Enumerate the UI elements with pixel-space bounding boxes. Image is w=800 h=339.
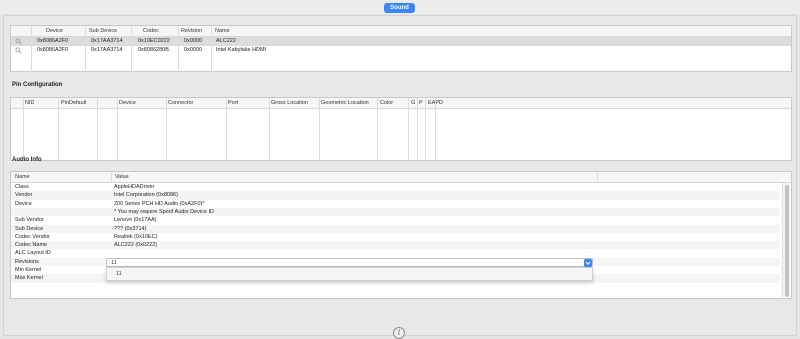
combo-value: 11 [111, 260, 117, 266]
device-table-header: Device Sub Device Codec Revision Name [11, 26, 791, 37]
alc-layout-id-combo[interactable]: 11 [106, 258, 593, 267]
info-value: 200 Series PCH HD Audio (0xA2F0)* [114, 200, 205, 207]
cell-revision: 0x0000 [184, 38, 203, 44]
info-name: Codec Vendor [15, 233, 50, 240]
info-name: Max Kernel [15, 275, 43, 282]
audio-info-header: Name Value [11, 172, 791, 183]
info-row[interactable]: Codec Vendor Realtek (0x10EC) [11, 233, 779, 241]
col-codec[interactable]: Codec [143, 26, 159, 36]
vertical-scrollbar[interactable] [782, 183, 790, 297]
col-device[interactable]: Device [119, 98, 136, 108]
layout-id-dropdown: 11 [106, 267, 593, 281]
toolbar: Sound [0, 0, 800, 14]
magnifier-icon[interactable] [15, 38, 22, 45]
cell-sub-device: 0x17AA3714 [91, 47, 123, 53]
info-value: AppleHDADriver [114, 184, 155, 190]
info-name: Device [15, 200, 32, 207]
info-row[interactable]: * You may require Spoof Audio Device ID [11, 207, 779, 217]
info-value: Lenovo (0x17AA) [114, 217, 157, 224]
cell-name: Intel Kabylake HDMI [216, 47, 267, 53]
col-pindefault[interactable]: PinDefault [61, 98, 86, 108]
col-sub-device[interactable]: Sub Device [89, 26, 117, 36]
dropdown-option[interactable]: 11 [116, 271, 122, 277]
info-value: Intel Corporation (0x8086) [114, 192, 178, 199]
cell-codec: 0x10EC0222 [138, 38, 170, 44]
info-row[interactable]: Class AppleHDADriver [11, 183, 779, 191]
device-table: Device Sub Device Codec Revision Name 0x… [10, 25, 792, 72]
magnifier-icon[interactable] [15, 47, 22, 54]
info-icon[interactable]: i [393, 327, 405, 339]
col-geometric-location[interactable]: Geometric Location [321, 98, 369, 108]
cell-sub-device: 0x17AA3714 [91, 38, 123, 44]
info-name: Min Kernel [15, 267, 42, 273]
audio-info-title: Audio Info [12, 157, 42, 163]
col-device[interactable]: Device [46, 26, 63, 36]
info-name: Class [15, 184, 29, 190]
info-row[interactable]: Sub Vendor Lenovo (0x17AA) [11, 216, 779, 224]
info-row[interactable]: Sub Device ??? (0x3714) [11, 224, 779, 233]
col-gross-location[interactable]: Gross Location [271, 98, 308, 108]
col-g[interactable]: G [411, 98, 415, 108]
chevron-down-icon [585, 261, 591, 265]
info-name: Sub Vendor [15, 217, 44, 224]
pin-config-header: NID PinDefault Device Connector Port Gro… [11, 98, 791, 109]
col-color[interactable]: Color [380, 98, 393, 108]
main-panel: Device Sub Device Codec Revision Name 0x… [3, 15, 797, 339]
col-name[interactable]: Name [15, 172, 30, 182]
info-name: ALC Layout ID [15, 250, 51, 257]
col-revision[interactable]: Revision [181, 26, 202, 36]
cell-device: 0x8086A2F0 [37, 47, 69, 53]
cell-name: ALC222 [216, 38, 236, 44]
col-value[interactable]: Value [115, 172, 129, 182]
col-nid[interactable]: NID [25, 98, 34, 108]
info-name: Revisions [15, 258, 39, 265]
info-row[interactable]: ALC Layout ID [11, 249, 779, 257]
table-row[interactable]: 0x8086A2F0 0x17AA3714 0x8086280B 0x0000 … [11, 46, 791, 55]
cell-codec: 0x8086280B [138, 47, 169, 53]
combo-dropdown-button[interactable] [584, 259, 592, 267]
pin-config-title: Pin Configuration [12, 82, 63, 88]
info-value: ??? (0x3714) [114, 225, 147, 232]
table-row[interactable]: 0x8086A2F0 0x17AA3714 0x10EC0222 0x0000 … [11, 37, 791, 46]
info-row[interactable]: Device 200 Series PCH HD Audio (0xA2F0)* [11, 200, 779, 208]
info-row[interactable]: Vendor Intel Corporation (0x8086) [11, 191, 779, 200]
info-value: Realtek (0x10EC) [114, 233, 158, 240]
info-name: Codec Name [15, 242, 48, 249]
col-port[interactable]: Port [228, 98, 238, 108]
col-name[interactable]: Name [215, 26, 230, 36]
tab-sound[interactable]: Sound [384, 3, 415, 13]
pin-config-table: NID PinDefault Device Connector Port Gro… [10, 97, 792, 161]
info-name: Vendor [15, 192, 33, 199]
info-row[interactable]: Codec Name ALC222 (0x0222) [11, 241, 779, 250]
cell-revision: 0x0000 [184, 47, 203, 53]
info-name: Sub Device [15, 225, 44, 232]
cell-device: 0x8086A2F0 [37, 38, 69, 44]
info-value: * You may require Spoof Audio Device ID [114, 208, 214, 215]
info-value: ALC222 (0x0222) [114, 242, 158, 249]
col-p[interactable]: P [419, 98, 423, 108]
scroll-thumb[interactable] [785, 185, 789, 297]
col-connector[interactable]: Connector [168, 98, 193, 108]
